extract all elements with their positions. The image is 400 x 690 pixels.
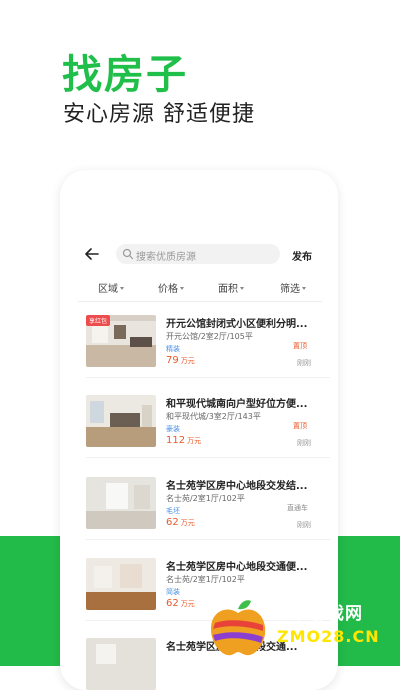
hero-title: 找房子	[62, 52, 188, 98]
listing-time: 刚刚	[297, 521, 311, 529]
divider	[86, 539, 330, 540]
back-arrow-icon[interactable]	[82, 244, 102, 264]
search-icon	[122, 248, 134, 260]
watermark-text: 知东游戏网	[273, 604, 363, 624]
watermark-url: ZMO28.CN	[277, 627, 380, 646]
listing-photo	[86, 395, 156, 447]
listing-price: 112 万元	[166, 435, 202, 446]
listing-title: 名士苑学区房中心地段交通便...	[166, 562, 308, 573]
decoration-label: 豪装	[166, 425, 180, 433]
listing-price: 62 万元	[166, 598, 195, 609]
filter-price[interactable]: 价格	[158, 280, 184, 295]
listing-title: 开元公馆封闭式小区便利分明...	[166, 319, 308, 330]
listing-meta: 名士苑/2室1厅/102平	[166, 494, 245, 503]
listing-photo	[86, 638, 156, 690]
hero-subtitle: 安心房源 舒适便捷	[63, 102, 255, 127]
pin-tag: 置顶	[293, 422, 307, 430]
express-tag: 直通车	[287, 504, 308, 512]
pin-tag: 置顶	[293, 342, 307, 350]
listing-price: 79 万元	[166, 355, 195, 366]
listing-meta: 和平现代城/3室2厅/143平	[166, 412, 261, 421]
listing-meta: 名士苑/2室1厅/102平	[166, 575, 245, 584]
listing-photo	[86, 558, 156, 610]
listing-time: 刚刚	[297, 439, 311, 447]
list-item[interactable]: 名士苑学区房中心地段交发结... 名士苑/2室1厅/102平 毛坯 62 万元 直…	[86, 477, 330, 547]
top-bar: 搜索优质房源 发布	[60, 240, 338, 268]
filter-more[interactable]: 筛选	[280, 280, 306, 295]
listing-meta: 开元公馆/2室2厅/105平	[166, 332, 253, 341]
listing-title: 名士苑学区房中心地段交发结...	[166, 481, 308, 492]
listing-price: 62 万元	[166, 517, 195, 528]
divider	[86, 457, 330, 458]
dropdown-triangle-icon	[302, 287, 306, 290]
watermark: 知东游戏网 ZMO28.CN	[205, 595, 395, 661]
apple-logo-icon	[211, 600, 266, 656]
filter-bar: 区域 价格 面积 筛选	[78, 276, 322, 296]
listing-photo	[86, 477, 156, 529]
publish-button[interactable]: 发布	[292, 248, 312, 263]
listing-photo: 享红包	[86, 315, 156, 367]
decoration-label: 简装	[166, 588, 180, 596]
list-item[interactable]: 和平现代城南向户型好位方便... 和平现代城/3室2厅/143平 豪装 112 万…	[86, 395, 330, 465]
list-item[interactable]: 享红包 开元公馆封闭式小区便利分明... 开元公馆/2室2厅/105平 精装 7…	[86, 315, 330, 385]
red-packet-badge: 享红包	[86, 315, 111, 326]
search-input[interactable]: 搜索优质房源	[116, 244, 280, 264]
search-placeholder: 搜索优质房源	[136, 252, 196, 263]
decoration-label: 毛坯	[166, 507, 180, 515]
divider	[78, 301, 322, 302]
listing-time: 刚刚	[297, 359, 311, 367]
divider	[86, 377, 330, 378]
dropdown-triangle-icon	[240, 287, 244, 290]
listing-title: 和平现代城南向户型好位方便...	[166, 399, 308, 410]
filter-area[interactable]: 面积	[218, 280, 244, 295]
dropdown-triangle-icon	[120, 287, 124, 290]
filter-region[interactable]: 区域	[98, 280, 124, 295]
decoration-label: 精装	[166, 345, 180, 353]
dropdown-triangle-icon	[180, 287, 184, 290]
